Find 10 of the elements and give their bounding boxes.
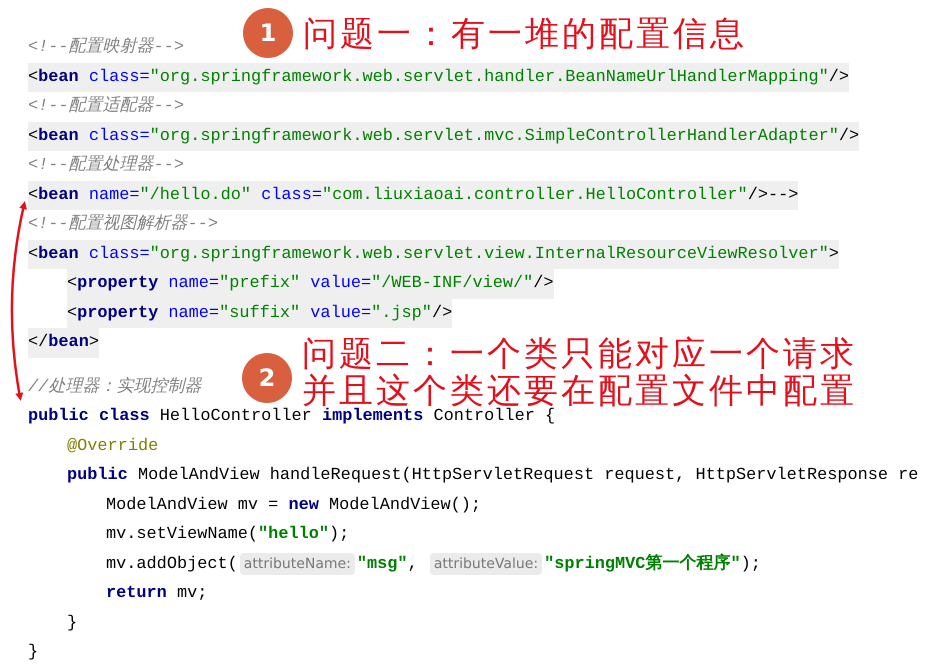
number-badge: 1 [243,8,293,58]
inlay-hint: attributeName: [240,553,355,576]
code-text: , [408,554,419,576]
code-text: "msg" [356,554,408,576]
code-text: ); [740,554,761,576]
code-text: mv.addObject( [106,554,238,576]
code-text: "springMVC第一个程序" [544,552,741,576]
number-badge: 2 [242,353,292,403]
inlay-hint: attributeValue: [430,553,542,576]
callout-text: 问题一：有一堆的配置信息 [303,16,747,53]
